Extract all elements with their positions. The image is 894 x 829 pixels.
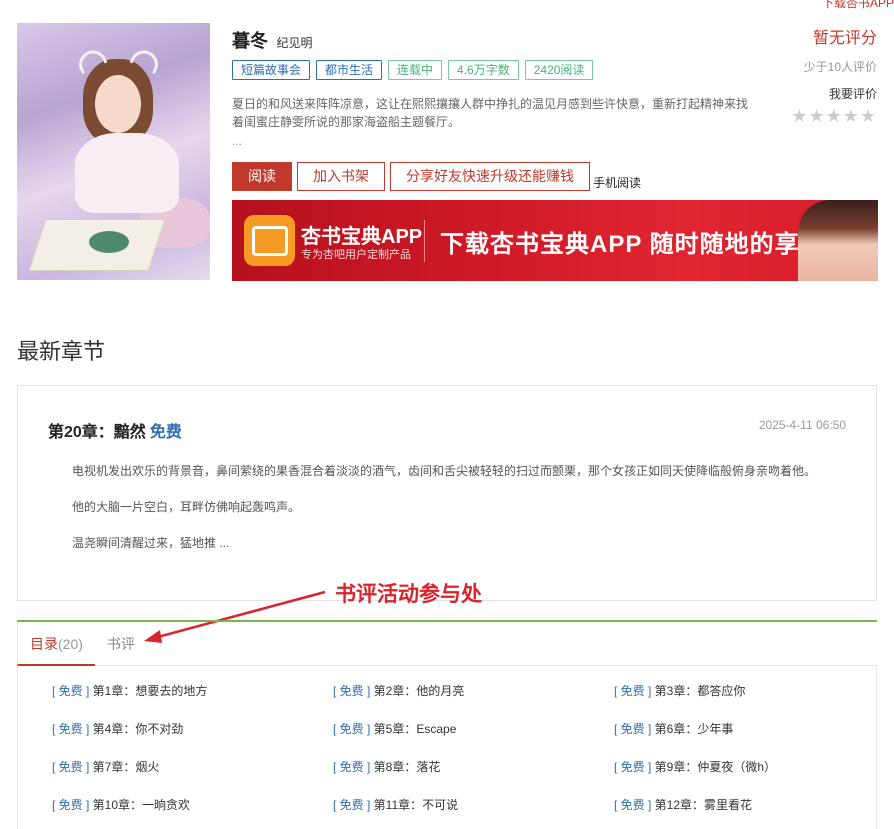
excerpt-paragraph: 电视机发出欢乐的背景音，鼻间萦绕的果香混合着淡淡的酒气，齿间和舌尖被轻轻的扫过而… bbox=[72, 464, 817, 478]
free-tag: [ 免费 ] bbox=[52, 722, 93, 736]
chapter-list-item[interactable]: [ 免费 ] 第3章：都答应你 bbox=[614, 682, 745, 699]
chapter-link[interactable]: 第4章：你不对劲 bbox=[93, 722, 184, 736]
rating-panel: 暂无评分 少于10人评价 我要评价 ★★★★★ bbox=[791, 24, 877, 127]
banner-app-name: 杏书宝典APP bbox=[301, 226, 423, 248]
chapter-list-item[interactable]: [ 免费 ] 第4章：你不对劲 bbox=[52, 720, 183, 737]
read-button[interactable]: 阅读 bbox=[232, 162, 292, 191]
tab-toc[interactable]: 目录(20) bbox=[17, 622, 95, 666]
banner-slogan: 下载杏书宝典APP 随时随地的享受 bbox=[440, 231, 825, 258]
free-tag: [ 免费 ] bbox=[614, 760, 655, 774]
tab-comments[interactable]: 书评 bbox=[107, 622, 135, 666]
free-tag: [ 免费 ] bbox=[52, 760, 93, 774]
free-tag: [ 免费 ] bbox=[333, 684, 374, 698]
rating-count: 少于10人评价 bbox=[803, 60, 877, 74]
app-download-banner[interactable]: 杏书宝典APP 专为杏吧用户定制产品 下载杏书宝典APP 随时随地的享受 bbox=[232, 200, 878, 281]
tag-read-count: 2420阅读 bbox=[524, 60, 594, 80]
add-to-shelf-button[interactable]: 加入书架 bbox=[297, 162, 385, 191]
chapter-list-item[interactable]: [ 免费 ] 第12章：雾里看花 bbox=[614, 796, 752, 813]
chapter-list-item[interactable]: [ 免费 ] 第9章：仲夏夜（微h） bbox=[614, 758, 776, 775]
banner-divider bbox=[424, 220, 425, 262]
rating-stars[interactable]: ★★★★★ bbox=[791, 106, 877, 127]
tag-word-count: 4.6万字数 bbox=[448, 60, 519, 80]
chapter-list-item[interactable]: [ 免费 ] 第10章：一晌贪欢 bbox=[52, 796, 190, 813]
excerpt-paragraph: 他的大脑一片空白，耳畔仿佛响起轰鸣声。 bbox=[72, 500, 301, 514]
chapter-timestamp: 2025-4-11 06:50 bbox=[758, 418, 846, 432]
free-tag: [ 免费 ] bbox=[614, 798, 655, 812]
mobile-read-link[interactable]: 手机阅读 bbox=[593, 175, 641, 191]
chapter-link[interactable]: 第7章：烟火 bbox=[93, 760, 160, 774]
rating-status: 暂无评分 bbox=[812, 30, 877, 47]
book-actions: 阅读 加入书架 分享好友快速升级还能赚钱 手机阅读 bbox=[232, 162, 641, 191]
description-ellipsis: ... bbox=[232, 134, 243, 148]
annotation-text: 书评活动参与处 bbox=[335, 583, 482, 606]
chapter-name[interactable]: 第20章：黯然 bbox=[48, 424, 146, 441]
chapter-link[interactable]: 第12章：雾里看花 bbox=[655, 798, 752, 812]
excerpt-paragraph[interactable]: 温尧瞬间清醒过来，猛地推 ... bbox=[72, 534, 229, 551]
free-tag: [ 免费 ] bbox=[333, 722, 374, 736]
app-book-icon bbox=[244, 215, 295, 266]
star-icon[interactable]: ★ bbox=[843, 106, 860, 126]
star-icon[interactable]: ★ bbox=[808, 106, 825, 126]
tag-genre[interactable]: 都市生活 bbox=[316, 60, 383, 80]
free-tag: [ 免费 ] bbox=[52, 798, 93, 812]
latest-chapter-heading: 最新章节 bbox=[17, 339, 106, 364]
book-author[interactable]: 纪见明 bbox=[276, 36, 312, 50]
chapter-link[interactable]: 第5章：Escape bbox=[374, 722, 457, 736]
banner-model-image bbox=[798, 200, 878, 281]
star-icon[interactable]: ★ bbox=[826, 106, 843, 126]
book-title: 暮冬 bbox=[232, 31, 268, 51]
chapter-link[interactable]: 第3章：都答应你 bbox=[655, 684, 746, 698]
chapter-link[interactable]: 第11章：不可说 bbox=[374, 798, 458, 812]
content-tabs: 目录(20) 书评 bbox=[17, 620, 877, 666]
chapter-link[interactable]: 第8章：落花 bbox=[374, 760, 441, 774]
banner-app-subtitle: 专为杏吧用户定制产品 bbox=[301, 249, 411, 261]
book-description: 夏日的和风送来阵阵凉意，这让在熙熙攘攘人群中挣扎的温见月感到些许快意，重新打起精… bbox=[232, 97, 749, 129]
star-icon[interactable]: ★ bbox=[791, 106, 808, 126]
chapter-list-item[interactable]: [ 免费 ] 第2章：他的月亮 bbox=[333, 682, 464, 699]
share-button[interactable]: 分享好友快速升级还能赚钱 bbox=[390, 162, 590, 191]
chapter-list: [ 免费 ] 第1章：想要去的地方[ 免费 ] 第2章：他的月亮[ 免费 ] 第… bbox=[17, 666, 877, 829]
free-tag: [ 免费 ] bbox=[333, 760, 374, 774]
chapter-link[interactable]: 第10章：一晌贪欢 bbox=[93, 798, 190, 812]
rate-me-label: 我要评价 bbox=[828, 87, 877, 101]
chapter-link[interactable]: 第2章：他的月亮 bbox=[374, 684, 465, 698]
free-tag: [ 免费 ] bbox=[614, 684, 655, 698]
tag-status: 连载中 bbox=[388, 60, 443, 80]
book-cover-image bbox=[17, 23, 210, 280]
chapter-list-item[interactable]: [ 免费 ] 第7章：烟火 bbox=[52, 758, 159, 775]
book-tags: 短篇故事会 都市生活 连载中 4.6万字数 2420阅读 bbox=[232, 60, 594, 80]
chapter-link[interactable]: 第6章：少年事 bbox=[655, 722, 734, 736]
chapter-list-item[interactable]: [ 免费 ] 第5章：Escape bbox=[333, 720, 456, 737]
star-icon[interactable]: ★ bbox=[860, 106, 877, 126]
chapter-link[interactable]: 第1章：想要去的地方 bbox=[93, 684, 208, 698]
chapter-link[interactable]: 第9章：仲夏夜（微h） bbox=[655, 760, 776, 774]
book-title-row: 暮冬 纪见明 bbox=[232, 27, 312, 53]
latest-chapter-title[interactable]: 第20章：黯然 免费 bbox=[48, 418, 182, 442]
tab-toc-count: (20) bbox=[58, 636, 83, 652]
chapter-list-item[interactable]: [ 免费 ] 第1章：想要去的地方 bbox=[52, 682, 207, 699]
free-tag: [ 免费 ] bbox=[614, 722, 655, 736]
free-tag: [ 免费 ] bbox=[52, 684, 93, 698]
free-label: 免费 bbox=[149, 424, 182, 441]
tag-category[interactable]: 短篇故事会 bbox=[232, 60, 311, 80]
chapter-list-item[interactable]: [ 免费 ] 第8章：落花 bbox=[333, 758, 440, 775]
free-tag: [ 免费 ] bbox=[333, 798, 374, 812]
tab-toc-label: 目录 bbox=[30, 636, 58, 652]
chapter-list-item[interactable]: [ 免费 ] 第6章：少年事 bbox=[614, 720, 733, 737]
latest-chapter-card: 第20章：黯然 免费 2025-4-11 06:50 电视机发出欢乐的背景音，鼻间… bbox=[17, 385, 877, 601]
download-app-link[interactable]: 下载杏书APP bbox=[822, 0, 894, 11]
chapter-list-item[interactable]: [ 免费 ] 第11章：不可说 bbox=[333, 796, 458, 813]
